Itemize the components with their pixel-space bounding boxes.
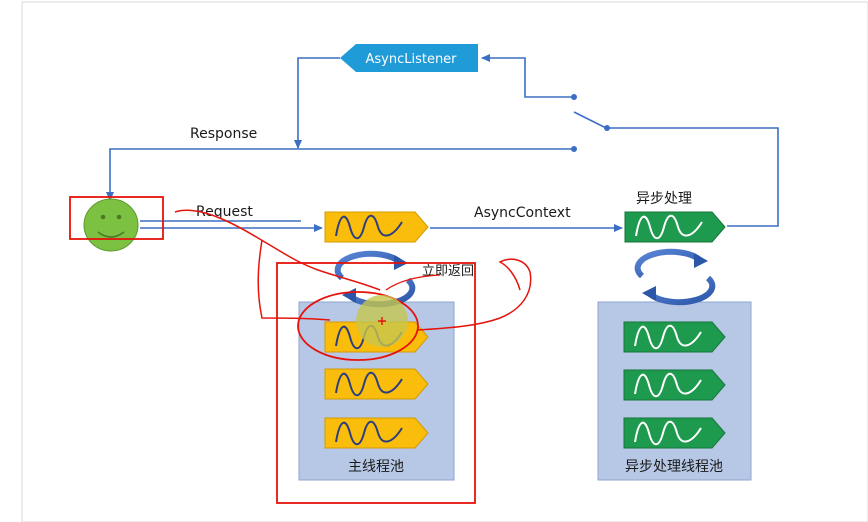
async-to-switch-line [607,127,779,227]
switch-terminal-lower [571,146,577,152]
client-smiley-icon [83,198,139,252]
switch-lever [573,111,607,129]
main-pool-label: 主线程池 [348,459,404,475]
async-servlet-diagram: AsyncListener Response Request AsyncCont… [21,1,868,522]
switch-terminal-upper [571,94,577,100]
switch-to-listener-line [481,54,574,98]
async-pool-label: 异步处理线程池 [625,459,723,475]
async-context-label: AsyncContext [474,205,571,221]
main-pool-thread-3-icon [324,417,429,449]
async-pool-thread-2-icon [623,369,726,401]
async-pool-thread-1-icon [623,321,726,353]
request-label: Request [196,204,253,220]
async-processing-label: 异步处理 [636,191,692,207]
async-listener-label: AsyncListener [365,52,457,67]
main-pool-thread-2-icon [324,368,429,400]
async-cycle-arrows-icon [634,248,716,306]
async-processing-thread-icon [624,211,726,243]
listener-to-response-line [294,57,340,149]
response-line [106,148,574,201]
async-pool-thread-3-icon [623,417,726,449]
response-label: Response [190,126,257,142]
main-request-thread-icon [324,211,429,243]
immediate-return-label: 立即返回 [422,264,474,279]
